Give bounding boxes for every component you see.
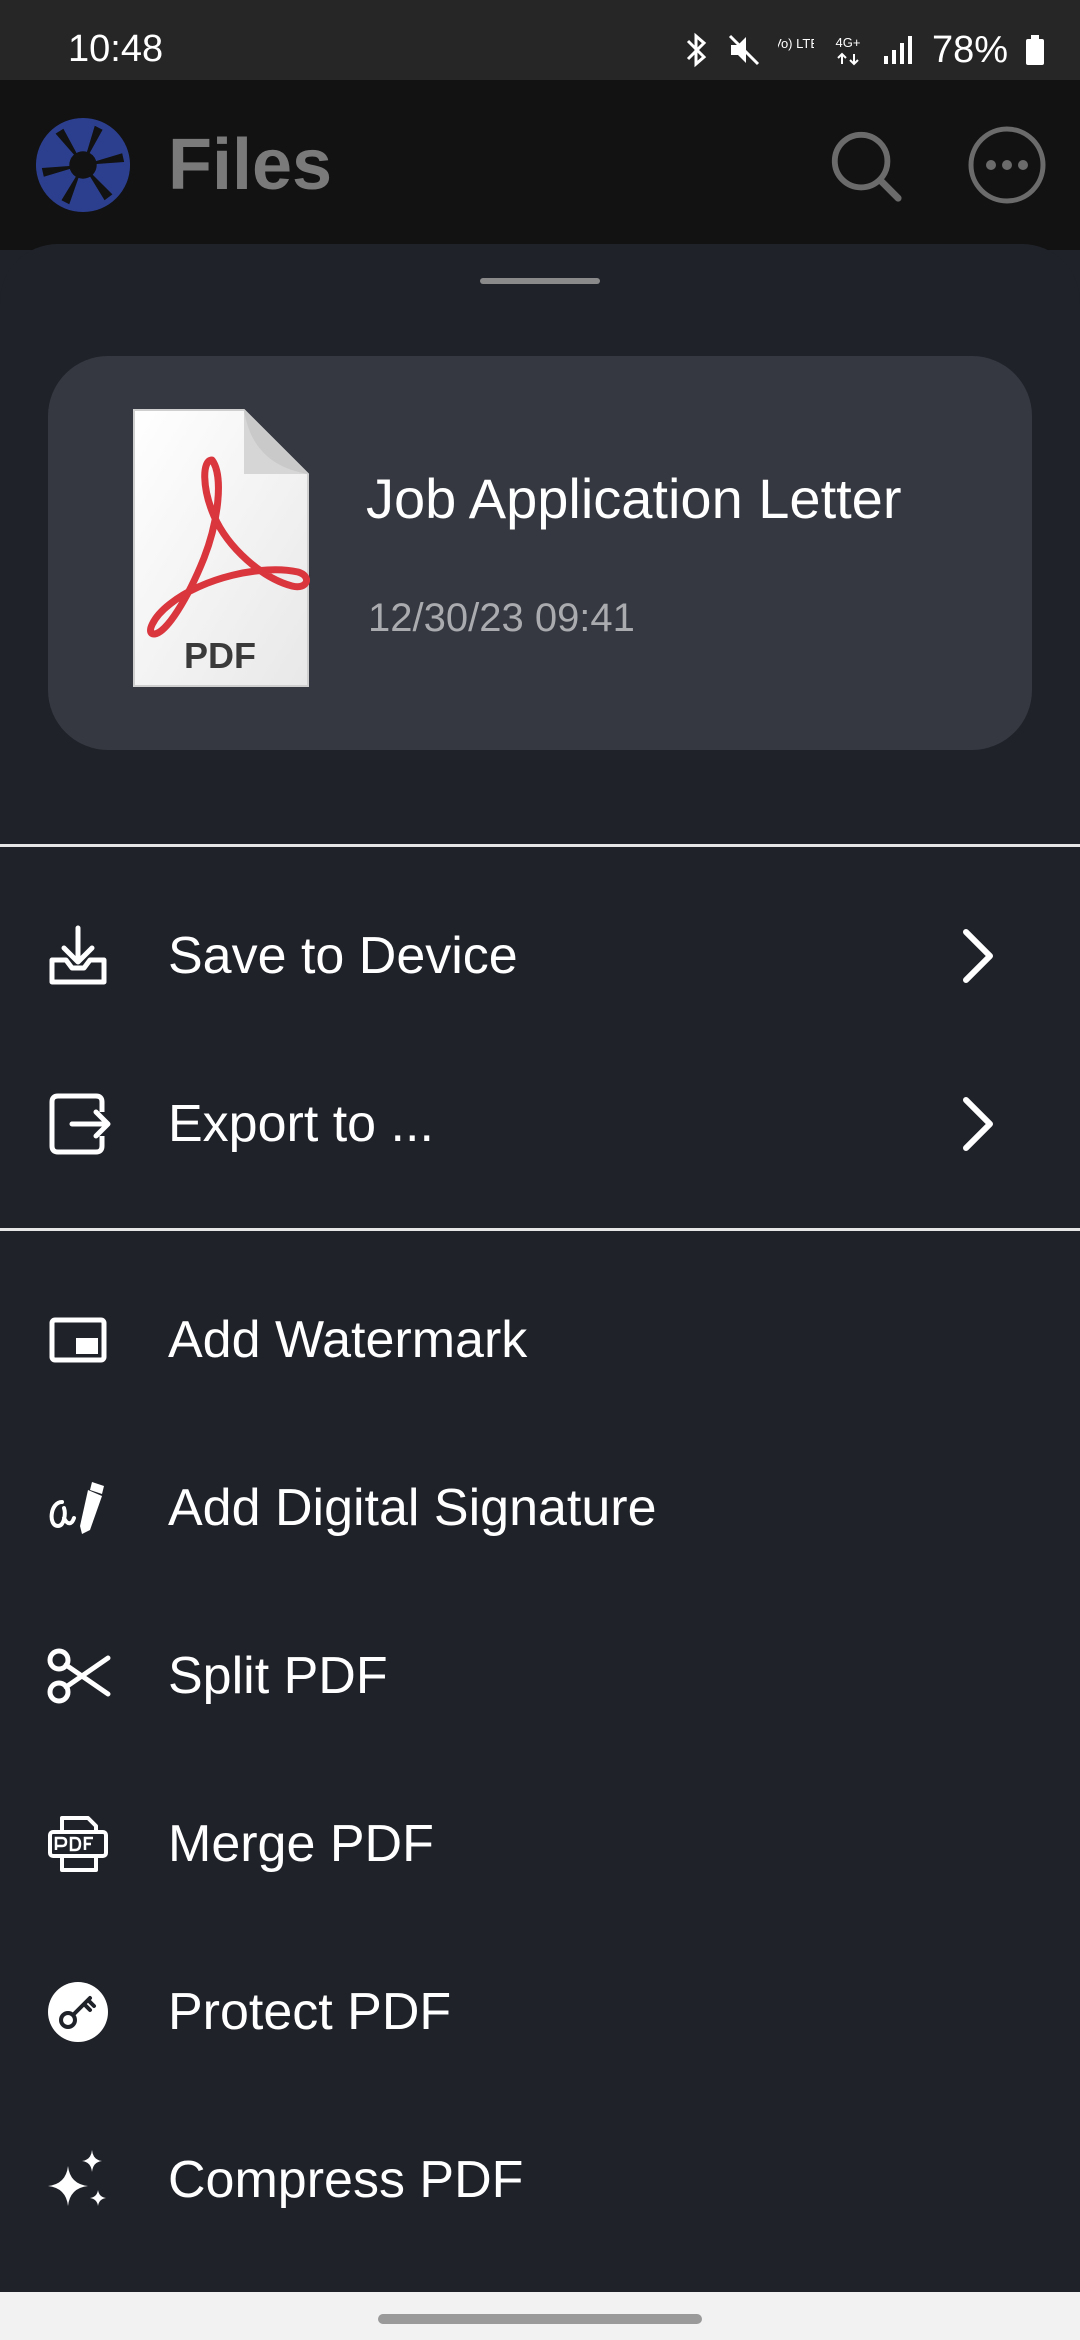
- key-icon: [48, 1982, 108, 2042]
- network-4g-icon: 4G+: [835, 35, 860, 66]
- divider: [0, 1228, 1080, 1231]
- scissors-icon: [47, 1648, 111, 1704]
- chevron-right-icon: [963, 1097, 993, 1151]
- watermark-icon: [49, 1317, 107, 1363]
- signal-icon: [883, 36, 912, 64]
- search-icon[interactable]: [826, 126, 904, 204]
- pdf-merge-icon: [48, 1816, 108, 1872]
- protect-pdf-label: Protect PDF: [168, 1983, 452, 2041]
- status-time: 10:48: [68, 28, 164, 70]
- file-info-card: PDF Job Application Letter 12/30/23 09:4…: [48, 356, 1032, 750]
- mute-icon: [728, 34, 759, 66]
- compress-pdf-label: Compress PDF: [168, 2151, 524, 2209]
- pdf-file-icon: PDF: [133, 409, 310, 687]
- app-bar: Files: [0, 80, 1080, 250]
- download-icon: [49, 925, 107, 985]
- add-watermark-label: Add Watermark: [168, 1311, 528, 1369]
- add-digital-signature-label: Add Digital Signature: [168, 1479, 657, 1537]
- merge-pdf-label: Merge PDF: [168, 1815, 434, 1873]
- protect-pdf-item[interactable]: Protect PDF: [0, 1928, 1080, 2096]
- compress-pdf-item[interactable]: Compress PDF: [0, 2096, 1080, 2264]
- file-actions-sheet: PDF Job Application Letter 12/30/23 09:4…: [0, 244, 1080, 2304]
- file-name: Job Application Letter: [366, 467, 902, 530]
- status-icons: Vo) LTE 4G+ 78%: [682, 26, 1046, 74]
- app-title: Files: [168, 125, 333, 205]
- screen: 10:48 Vo) LTE 4G+ 78%: [0, 0, 1080, 2340]
- export-to-label: Export to ...: [168, 1095, 434, 1153]
- network-label: 4G+: [835, 35, 860, 50]
- more-options-icon[interactable]: [966, 124, 1048, 206]
- divider: [0, 844, 1080, 847]
- system-navigation-bar: [0, 2292, 1080, 2340]
- save-to-device-label: Save to Device: [168, 927, 518, 985]
- save-to-device-item[interactable]: Save to Device: [0, 872, 1080, 1040]
- status-bar: 10:48 Vo) LTE 4G+ 78%: [0, 0, 1080, 80]
- home-gesture-handle[interactable]: [378, 2314, 702, 2324]
- app-logo-icon: [35, 117, 131, 213]
- bluetooth-icon: [686, 32, 707, 68]
- sparkle-icon: [48, 2150, 106, 2206]
- split-pdf-label: Split PDF: [168, 1647, 388, 1705]
- sheet-drag-handle[interactable]: [480, 278, 600, 284]
- add-watermark-item[interactable]: Add Watermark: [0, 1256, 1080, 1424]
- chevron-right-icon: [963, 929, 993, 983]
- signature-icon: [49, 1482, 104, 1534]
- battery-icon: [1026, 35, 1044, 65]
- volte-label: Vo) LTE: [778, 36, 814, 51]
- merge-pdf-item[interactable]: Merge PDF: [0, 1760, 1080, 1928]
- export-to-item[interactable]: Export to ...: [0, 1040, 1080, 1208]
- split-pdf-item[interactable]: Split PDF: [0, 1592, 1080, 1760]
- pdf-thumbnail-label: PDF: [184, 635, 256, 676]
- file-modified-date: 12/30/23 09:41: [368, 596, 635, 640]
- export-icon: [49, 1093, 111, 1155]
- volte-icon: Vo) LTE: [778, 36, 814, 51]
- battery-percentage: 78%: [931, 28, 1008, 71]
- add-digital-signature-item[interactable]: Add Digital Signature: [0, 1424, 1080, 1592]
